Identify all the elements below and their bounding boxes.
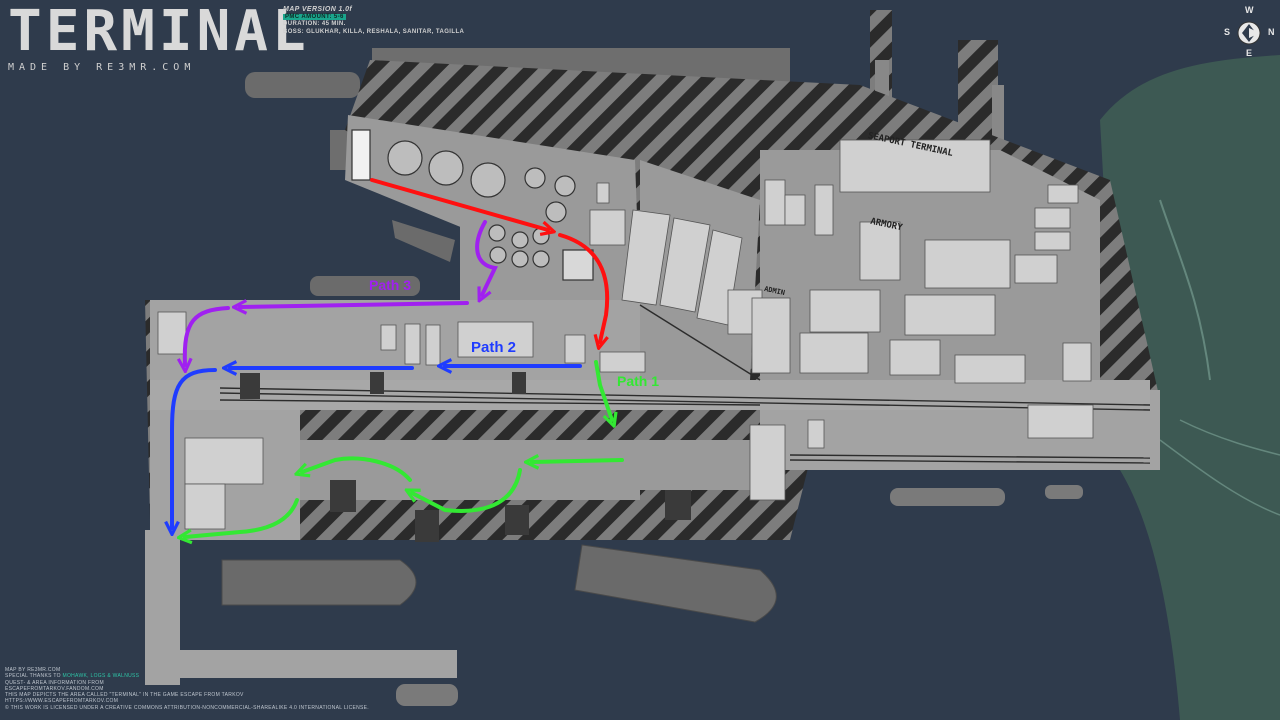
map-title: TERMINAL: [8, 0, 310, 64]
footer-thanks-names: MOHAWK, LOGS & WALNUSS: [62, 673, 140, 680]
footer-line-7: © THIS WORK IS LICENSED UNDER A CREATIVE…: [5, 704, 370, 711]
raid-duration: DURATION: 45 MIN.: [283, 21, 346, 27]
path-3-label: Path 3: [369, 277, 412, 293]
compass-bottom-letter: E: [1246, 48, 1253, 58]
map-version: MAP VERSION 1.0f: [283, 6, 353, 13]
boss-list: BOSS: GLUKHAR, KILLA, RESHALA, SANITAR, …: [283, 28, 465, 35]
path-1-label: Path 1: [617, 373, 660, 389]
compass-rose: W N E S: [1224, 5, 1275, 60]
terminal-map: [145, 10, 1280, 720]
footer-credits: MAP BY RE3MR.COM SPECIAL THANKS TO MOHAW…: [5, 667, 369, 711]
compass-top-letter: W: [1245, 5, 1254, 15]
made-by-credit: MADE BY RE3MR.COM: [8, 62, 196, 73]
footer-thanks-prefix: SPECIAL THANKS TO: [5, 673, 61, 680]
map-meta: MAP VERSION 1.0f PMC AMOUNT: 5-6 DURATIO…: [283, 6, 464, 36]
path-2-label: Path 2: [471, 339, 517, 356]
pmc-amount: PMC AMOUNT: 5-6: [283, 13, 346, 20]
compass-left-letter: S: [1224, 27, 1231, 37]
compass-right-letter: N: [1268, 27, 1275, 37]
